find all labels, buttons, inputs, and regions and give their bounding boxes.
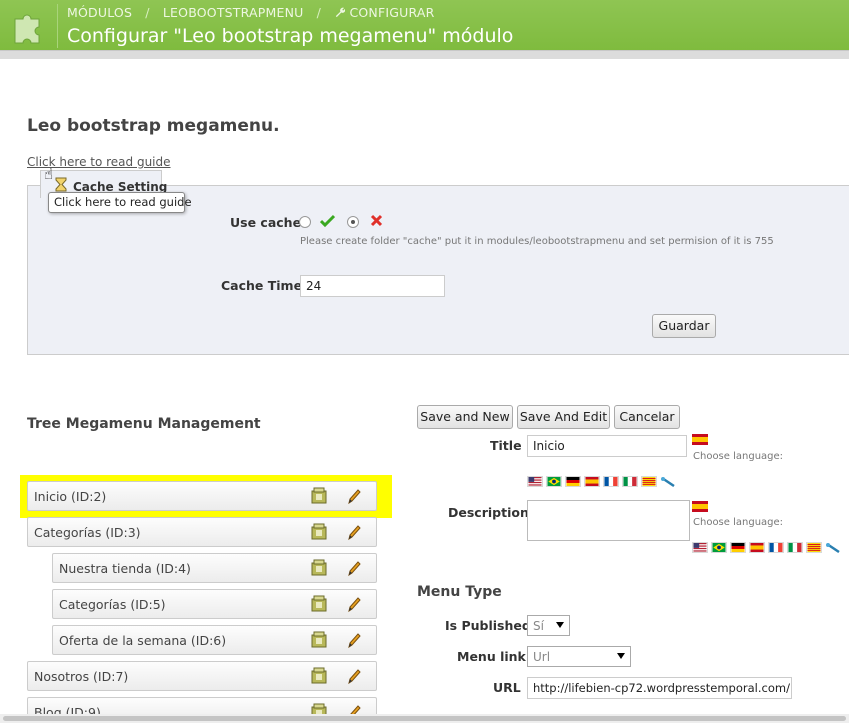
chevron-down-icon (556, 622, 564, 628)
is-published-select[interactable]: Sí (527, 615, 570, 636)
url-input[interactable]: http://lifebien-cp72.wordpresstemporal.c… (527, 677, 792, 699)
breadcrumb-item[interactable]: LEOBOOTSTRAPMENU (163, 5, 304, 20)
flag-es-icon[interactable] (749, 542, 765, 553)
tree-item-label: Nuestra tienda (ID:4) (59, 561, 191, 576)
tree-item-label: Categorías (ID:3) (34, 525, 141, 540)
title-label: Title (490, 438, 522, 453)
tree-item[interactable]: Categorías (ID:5) (52, 589, 377, 619)
language-flags (692, 542, 841, 554)
tree-title: Tree Megamenu Management (27, 416, 261, 432)
description-textarea[interactable] (527, 500, 690, 541)
flag-es-icon[interactable] (692, 434, 708, 445)
save-and-new-button[interactable]: Save and New (417, 405, 513, 429)
pencil-icon[interactable] (346, 524, 362, 541)
cross-icon (370, 214, 383, 227)
pencil-icon[interactable] (346, 596, 362, 613)
flag-it-icon[interactable] (622, 476, 638, 487)
flag-ca-icon[interactable] (641, 476, 657, 487)
flag-it-icon[interactable] (787, 542, 803, 553)
flag-fr-icon[interactable] (603, 476, 619, 487)
hand-cursor-icon: ☝ (44, 165, 54, 183)
tree-item[interactable]: Inicio (ID:2) (27, 481, 377, 511)
pencil-icon[interactable] (346, 668, 362, 685)
header-divider (57, 4, 58, 48)
wrench-icon (334, 5, 346, 20)
language-tool-icon[interactable] (660, 476, 676, 487)
tree-item[interactable]: Oferta de la semana (ID:6) (52, 625, 377, 655)
flag-es-icon[interactable] (584, 476, 600, 487)
menu-link-value: Url (533, 650, 551, 664)
save-button[interactable]: Guardar (652, 314, 716, 338)
hourglass-icon (55, 177, 67, 192)
pencil-icon[interactable] (346, 488, 362, 505)
pencil-icon[interactable] (346, 632, 362, 649)
cancel-button[interactable]: Cancelar (614, 405, 680, 429)
menu-type-heading: Menu Type (417, 584, 502, 600)
is-published-value: Sí (533, 619, 544, 633)
breadcrumb-separator: / (316, 5, 322, 20)
tree-item[interactable]: Nuestra tienda (ID:4) (52, 553, 377, 583)
module-title: Leo bootstrap megamenu. (27, 116, 280, 136)
folder-icon[interactable] (311, 487, 327, 504)
cache-time-label: Cache Time (221, 278, 303, 293)
tree-item-label: Nosotros (ID:7) (34, 669, 129, 684)
flag-ca-icon[interactable] (806, 542, 822, 553)
tree-item-label: Oferta de la semana (ID:6) (59, 633, 227, 648)
language-tool-icon[interactable] (825, 542, 841, 553)
use-cache-yes-radio[interactable] (299, 216, 311, 228)
chevron-down-icon (617, 653, 625, 659)
folder-icon[interactable] (311, 631, 327, 648)
flag-us-icon[interactable] (527, 476, 543, 487)
folder-icon[interactable] (311, 523, 327, 540)
tree-item-label: Inicio (ID:2) (34, 489, 107, 504)
tree-item-label: Categorías (ID:5) (59, 597, 166, 612)
puzzle-icon (0, 0, 57, 50)
menu-link-label: Menu link (457, 649, 526, 664)
breadcrumb-item[interactable]: MÓDULOS (67, 5, 132, 20)
tree-item[interactable]: Categorías (ID:3) (27, 517, 377, 547)
folder-icon[interactable] (311, 595, 327, 612)
flag-fr-icon[interactable] (768, 542, 784, 553)
breadcrumb: MÓDULOS / LEOBOOTSTRAPMENU / CONFIGURAR (67, 5, 435, 20)
language-flags (527, 476, 676, 488)
description-label: Description (448, 505, 529, 520)
guide-tooltip: Click here to read guide (48, 192, 192, 213)
flag-de-icon[interactable] (730, 542, 746, 553)
flag-de-icon[interactable] (565, 476, 581, 487)
scrollbar-thumb[interactable] (3, 716, 846, 721)
flag-br-icon[interactable] (711, 542, 727, 553)
pencil-icon[interactable] (346, 560, 362, 577)
check-icon (320, 214, 335, 228)
title-input[interactable]: Inicio (527, 435, 687, 457)
breadcrumb-item[interactable]: CONFIGURAR (349, 5, 434, 20)
url-label: URL (493, 680, 521, 695)
menu-link-select[interactable]: Url (527, 646, 631, 667)
use-cache-label: Use cache (230, 215, 302, 230)
folder-icon[interactable] (311, 667, 327, 684)
breadcrumb-separator: / (145, 5, 150, 20)
cache-hint: Please create folder "cache" put it in m… (300, 236, 774, 247)
page-title: Configurar "Leo bootstrap megamenu" módu… (67, 25, 514, 47)
choose-language-label: Choose language: (693, 517, 784, 528)
folder-icon[interactable] (311, 559, 327, 576)
flag-us-icon[interactable] (692, 542, 708, 553)
tree-item[interactable]: Nosotros (ID:7) (27, 661, 377, 691)
flag-es-icon[interactable] (692, 501, 708, 512)
is-published-label: Is Published (445, 618, 531, 633)
save-and-edit-button[interactable]: Save And Edit (517, 405, 610, 429)
header-shadow (0, 50, 849, 59)
cache-time-input[interactable]: 24 (300, 275, 445, 297)
flag-br-icon[interactable] (546, 476, 562, 487)
use-cache-no-radio[interactable] (347, 216, 359, 228)
choose-language-label: Choose language: (693, 451, 784, 462)
